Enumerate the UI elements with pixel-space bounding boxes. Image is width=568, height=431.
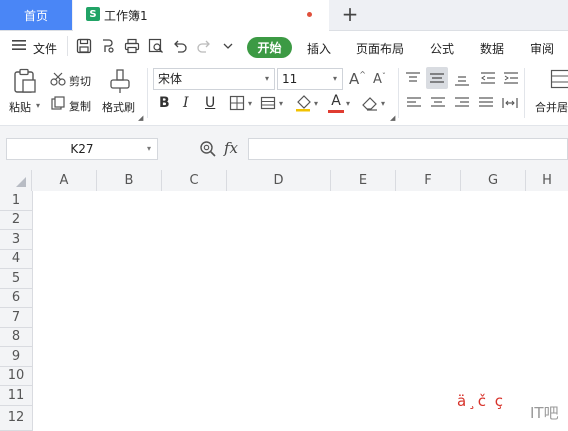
name-box[interactable]: K27	[6, 138, 158, 160]
align-top-icon[interactable]	[405, 71, 421, 88]
align-middle-icon[interactable]	[426, 67, 448, 89]
menu-start[interactable]: 开始	[247, 37, 292, 58]
divider	[524, 68, 525, 118]
cut-button[interactable]: 剪切	[69, 73, 91, 89]
menu-page-layout[interactable]: 页面布局	[356, 40, 404, 57]
save-icon[interactable]	[76, 38, 92, 54]
font-color-bar	[328, 110, 344, 113]
row-header-3[interactable]: 3	[0, 230, 32, 250]
align-center-icon[interactable]	[430, 96, 446, 113]
eraser-dropdown-icon[interactable]: ▾	[381, 99, 385, 108]
dialog-launcher-icon[interactable]: ◢	[138, 114, 143, 122]
increase-indent-icon[interactable]	[503, 71, 519, 88]
font-color-icon[interactable]: A	[329, 93, 343, 109]
divider	[67, 36, 68, 56]
distributed-align-icon[interactable]	[502, 96, 518, 113]
merge-center-button[interactable]: 合并居	[535, 99, 568, 115]
align-right-icon[interactable]	[454, 96, 470, 113]
justify-icon[interactable]	[478, 96, 494, 113]
row-header-2[interactable]: 2	[0, 210, 32, 230]
undo-icon[interactable]	[172, 38, 188, 54]
bold-icon[interactable]: B	[159, 95, 170, 111]
column-header-a[interactable]: A	[32, 170, 97, 191]
spreadsheet-icon: S	[86, 7, 100, 21]
row-header-6[interactable]: 6	[0, 288, 32, 308]
column-header-e[interactable]: E	[331, 170, 396, 191]
output-pdf-icon[interactable]	[100, 38, 116, 54]
font-name-dropdown-icon[interactable]: ▾	[265, 74, 269, 83]
font-size-dropdown-icon[interactable]: ▾	[333, 74, 337, 83]
merge-center-icon[interactable]	[550, 68, 568, 93]
border-dropdown-icon[interactable]: ▾	[248, 99, 252, 108]
unsaved-dot-icon	[307, 12, 312, 17]
copy-button[interactable]: 复制	[69, 98, 91, 114]
print-preview-icon[interactable]	[148, 38, 164, 54]
column-header-c[interactable]: C	[162, 170, 227, 191]
column-header-h[interactable]: H	[526, 170, 568, 191]
menu-review[interactable]: 审阅	[530, 40, 554, 57]
font-dialog-launcher-icon[interactable]: ◢	[390, 114, 395, 122]
increase-font-icon[interactable]: A^	[349, 70, 366, 88]
row-header-5[interactable]: 5	[0, 269, 32, 289]
row-header-divider	[32, 191, 33, 431]
cell-style-dropdown-icon[interactable]: ▾	[279, 99, 283, 108]
row-header-12[interactable]: 12	[0, 405, 32, 431]
menu-data[interactable]: 数据	[480, 40, 504, 57]
copy-icon[interactable]	[51, 96, 65, 113]
paste-icon[interactable]	[12, 68, 38, 97]
row-header-9[interactable]: 9	[0, 347, 32, 367]
new-tab-button[interactable]: +	[340, 2, 360, 26]
decrease-font-icon[interactable]: Aˇ	[373, 72, 386, 87]
italic-icon[interactable]: I	[183, 95, 189, 111]
paste-dropdown-icon[interactable]: ▾	[36, 101, 40, 110]
row-header-4[interactable]: 4	[0, 249, 32, 269]
font-color-dropdown-icon[interactable]: ▾	[346, 99, 350, 108]
fill-color-icon[interactable]	[294, 94, 312, 115]
print-icon[interactable]	[124, 38, 140, 54]
font-name-field[interactable]: 宋体	[153, 68, 275, 90]
format-painter-icon[interactable]	[108, 68, 132, 97]
formula-input[interactable]	[248, 138, 568, 160]
row-header-7[interactable]: 7	[0, 308, 32, 328]
insert-function-icon[interactable]: fx	[224, 139, 238, 157]
cell-style-icon[interactable]	[260, 95, 276, 114]
hamburger-icon[interactable]	[12, 39, 26, 51]
align-left-icon[interactable]	[406, 96, 422, 113]
name-box-dropdown-icon[interactable]: ▾	[147, 144, 151, 153]
align-bottom-icon[interactable]	[454, 71, 470, 90]
column-header-g[interactable]: G	[461, 170, 526, 191]
watermark-text: ä¸č ç	[457, 392, 505, 410]
row-header-1[interactable]: 1	[0, 191, 32, 211]
divider	[147, 68, 148, 118]
document-title: 工作簿1	[104, 9, 148, 23]
redo-icon[interactable]	[196, 38, 212, 54]
decrease-indent-icon[interactable]	[480, 71, 496, 88]
underline-icon[interactable]: U	[205, 95, 215, 111]
eraser-icon[interactable]	[361, 94, 379, 115]
fill-color-dropdown-icon[interactable]: ▾	[314, 99, 318, 108]
row-header-10[interactable]: 10	[0, 366, 32, 386]
menu-formula[interactable]: 公式	[430, 40, 454, 57]
row-header-8[interactable]: 8	[0, 327, 32, 347]
menu-insert[interactable]: 插入	[307, 40, 331, 57]
scissors-icon[interactable]	[50, 72, 66, 89]
menu-file[interactable]: 文件	[33, 40, 57, 57]
border-icon[interactable]	[229, 95, 245, 114]
quick-access-dropdown-icon[interactable]	[220, 38, 236, 54]
tab-home[interactable]: 首页	[0, 0, 72, 30]
format-painter-button[interactable]: 格式刷	[102, 99, 135, 115]
row-header-11[interactable]: 11	[0, 386, 32, 406]
select-all-icon	[16, 177, 26, 187]
zoom-search-icon[interactable]	[199, 140, 217, 161]
column-header-b[interactable]: B	[97, 170, 162, 191]
column-header-f[interactable]: F	[396, 170, 461, 191]
watermark-logo: IT吧	[530, 404, 559, 422]
divider	[398, 68, 399, 118]
paste-button[interactable]: 粘贴	[9, 99, 31, 115]
column-header-d[interactable]: D	[227, 170, 331, 191]
